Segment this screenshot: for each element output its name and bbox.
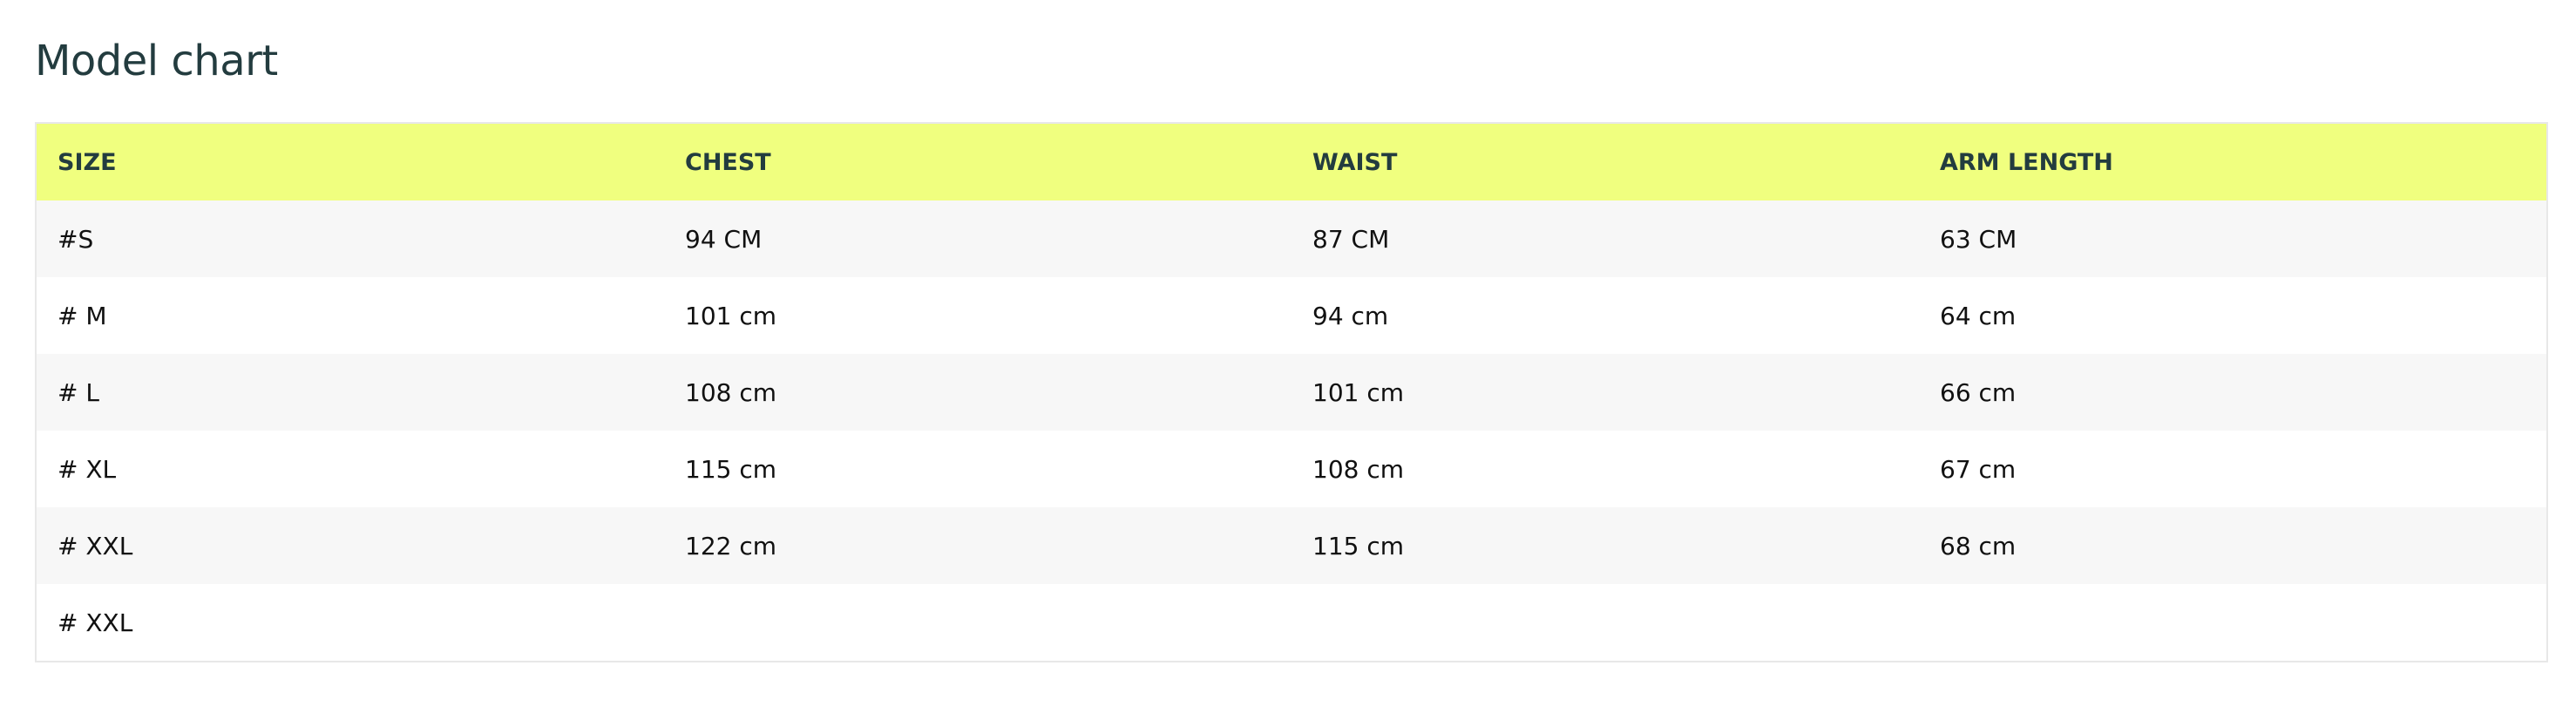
page-title: Model chart [35, 37, 278, 85]
table-row: # XXL 122 cm 115 cm 68 cm [37, 507, 2546, 584]
size-chart-table: SIZE CHEST WAIST ARM LENGTH #S 94 CM 87 … [35, 122, 2548, 662]
column-header-chest: CHEST [685, 148, 771, 176]
arm-length-cell: 66 cm [1940, 377, 2017, 407]
waist-cell: 87 CM [1312, 224, 1390, 254]
chest-cell: 101 cm [685, 301, 777, 330]
table-row: #S 94 CM 87 CM 63 CM [37, 200, 2546, 277]
arm-length-cell: 67 cm [1940, 454, 2017, 484]
chest-cell: 115 cm [685, 454, 777, 484]
table-row: # XXL [37, 584, 2546, 661]
size-cell: # M [58, 301, 107, 330]
chest-cell: 94 CM [685, 224, 763, 254]
waist-cell: 108 cm [1312, 454, 1405, 484]
arm-length-cell: 64 cm [1940, 301, 2017, 330]
size-cell: # XL [58, 454, 117, 484]
column-header-arm-length: ARM LENGTH [1940, 148, 2113, 176]
size-cell: # L [58, 377, 99, 407]
arm-length-cell: 68 cm [1940, 531, 2017, 560]
table-row: # L 108 cm 101 cm 66 cm [37, 354, 2546, 431]
chest-cell: 122 cm [685, 531, 777, 560]
table-header-row: SIZE CHEST WAIST ARM LENGTH [37, 124, 2546, 200]
column-header-waist: WAIST [1312, 148, 1398, 176]
chest-cell: 108 cm [685, 377, 777, 407]
size-cell: # XXL [58, 531, 133, 560]
waist-cell: 94 cm [1312, 301, 1389, 330]
size-cell: # XXL [58, 608, 133, 637]
table-row: # M 101 cm 94 cm 64 cm [37, 277, 2546, 354]
waist-cell: 115 cm [1312, 531, 1405, 560]
column-header-size: SIZE [58, 148, 117, 176]
table-row: # XL 115 cm 108 cm 67 cm [37, 431, 2546, 507]
arm-length-cell: 63 CM [1940, 224, 2017, 254]
waist-cell: 101 cm [1312, 377, 1405, 407]
size-cell: #S [58, 224, 94, 254]
